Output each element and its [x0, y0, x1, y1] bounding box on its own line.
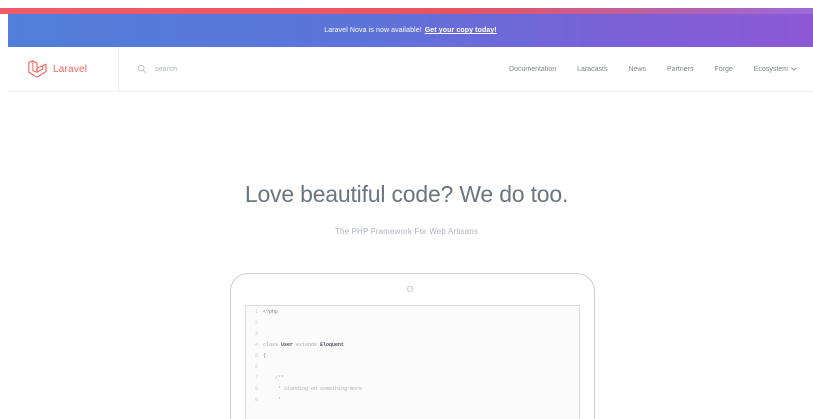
search-input[interactable]	[155, 65, 245, 73]
code-line: 9 *	[246, 394, 579, 405]
nav-ecosystem-label: Ecosystem	[753, 65, 788, 73]
code-line-number: 1	[254, 308, 258, 315]
code-line: 2	[246, 317, 579, 328]
nav-partners-link[interactable]: Partners	[667, 66, 693, 73]
code-screen: 1 <?php 2 3 4 class User extends Eloquen…	[245, 305, 580, 419]
laravel-homepage: Laravel Nova is now available! Get your …	[0, 0, 813, 419]
hero-subtitle: The PHP Framework For Web Artisans	[334, 227, 479, 236]
nav-laracasts-link[interactable]: Laracasts	[577, 66, 607, 73]
main-navigation: Documentation Laracasts News Partners Fo…	[509, 47, 797, 91]
code-comment: /**	[263, 374, 285, 381]
code-line-number: 5	[254, 352, 258, 359]
code-class-name: User	[281, 341, 294, 348]
laravel-logo-icon	[28, 60, 47, 78]
code-line: 5 {	[246, 350, 579, 361]
code-keyword: extends	[293, 341, 321, 348]
code-comment: *	[263, 396, 282, 403]
code-line: 7 /**	[246, 372, 579, 383]
code-keyword: class	[263, 341, 282, 348]
nav-forge-link[interactable]: Forge	[714, 66, 732, 73]
code-line: 1 <?php	[246, 306, 579, 317]
brand-link[interactable]: Laravel	[27, 59, 87, 79]
caret-down-icon	[791, 67, 797, 71]
banner-cta-link[interactable]: Get your copy today!	[425, 27, 497, 34]
code-line-text: {	[263, 352, 267, 359]
code-comment: * Standing on something more	[263, 385, 363, 392]
site-header: Laravel Documentation Laracasts News Par…	[8, 47, 813, 92]
search-icon	[137, 64, 147, 74]
search-box[interactable]	[137, 61, 257, 77]
banner-message: Laravel Nova is now available!	[324, 27, 422, 34]
code-parent-class: Eloquent	[320, 341, 345, 348]
nav-ecosystem-dropdown[interactable]: Ecosystem	[754, 66, 797, 73]
code-line-number: 9	[254, 396, 258, 403]
code-line-number: 6	[254, 363, 258, 370]
code-line: 3	[246, 328, 579, 339]
code-line: 6	[246, 361, 579, 372]
code-line-number: 3	[254, 330, 258, 337]
nav-documentation-link[interactable]: Documentation	[509, 66, 556, 73]
code-line-number: 8	[254, 385, 258, 392]
code-line: 4 class User extends Eloquent	[246, 339, 579, 350]
code-line-number: 2	[254, 319, 258, 326]
code-line: 8 * Standing on something more	[246, 383, 579, 394]
camera-icon	[407, 286, 413, 292]
code-line-text: <?php	[263, 308, 279, 315]
hero-title: Love beautiful code? We do too.	[244, 181, 569, 208]
code-laptop-mockup: 1 <?php 2 3 4 class User extends Eloquen…	[230, 273, 595, 419]
nav-news-link[interactable]: News	[628, 66, 646, 73]
header-divider	[118, 47, 119, 91]
brand-name: Laravel	[53, 63, 88, 75]
announcement-banner: Laravel Nova is now available! Get your …	[8, 14, 813, 47]
code-line-number: 4	[254, 341, 258, 348]
code-line-number: 7	[254, 374, 258, 381]
